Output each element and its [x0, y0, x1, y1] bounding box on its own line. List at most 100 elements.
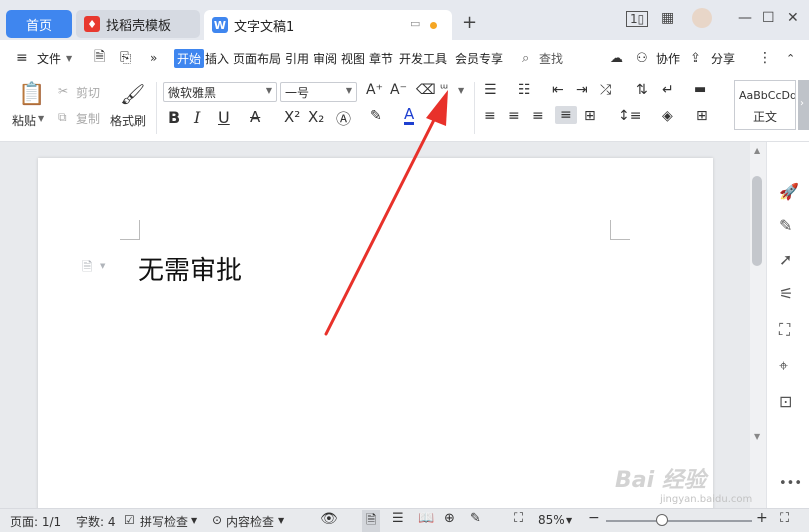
line-spacing-icon[interactable]: ↕≡	[618, 108, 641, 124]
highlight-icon[interactable]: ✎	[370, 108, 382, 124]
document-text[interactable]: 无需审批	[138, 250, 242, 287]
strikethrough-icon[interactable]: A	[250, 108, 260, 126]
more-horizontal-icon[interactable]: •••	[779, 476, 802, 491]
borders-icon[interactable]: ⊞	[696, 108, 708, 124]
resource-icon[interactable]: ⛶	[779, 320, 790, 340]
outline-view-icon[interactable]: ☰	[392, 511, 404, 526]
write-mode-icon[interactable]: ✎	[470, 511, 481, 526]
bullet-list-icon[interactable]: ☰	[484, 82, 497, 98]
paste-dropdown-icon[interactable]: ▼	[38, 114, 44, 123]
chevron-down-icon[interactable]: ▼	[278, 516, 284, 525]
library-icon[interactable]: ⊡	[779, 392, 792, 411]
menu-insert[interactable]: 插入	[204, 50, 230, 67]
web-view-icon[interactable]: ⊕	[444, 511, 455, 526]
font-name-select[interactable]: 微软雅黑 ▼	[163, 82, 277, 102]
tab-template[interactable]: ♦ 找稻壳模板	[76, 10, 200, 38]
menu-member[interactable]: 会员专享	[454, 50, 504, 67]
reading-view-icon[interactable]: 📖	[418, 511, 434, 526]
scroll-up-icon[interactable]: ▲	[754, 146, 760, 155]
text-effect-icon[interactable]: Ⓐ	[336, 108, 351, 129]
more-chevron-icon[interactable]: »	[150, 51, 157, 65]
layout-icon[interactable]: 1▯	[626, 11, 649, 27]
italic-icon[interactable]: I	[194, 108, 200, 127]
clear-format-icon[interactable]: ⌫	[416, 82, 436, 98]
chevron-down-icon[interactable]: ▼	[458, 86, 464, 95]
increase-indent-icon[interactable]: ⇥	[576, 82, 588, 98]
search-link[interactable]: 查找	[538, 50, 564, 67]
collab-button[interactable]: 协作	[655, 50, 681, 67]
underline-icon[interactable]: U	[218, 108, 230, 127]
menu-file[interactable]: 文件	[36, 50, 62, 67]
menu-chapter[interactable]: 章节	[368, 50, 394, 67]
distribute-icon[interactable]: ⊞	[584, 108, 596, 124]
menu-layout[interactable]: 页面布局	[232, 50, 282, 67]
tab-home[interactable]: 首页	[6, 10, 72, 38]
copy-button[interactable]: 复制	[76, 110, 100, 127]
map-pin-icon[interactable]: ⌖	[779, 356, 788, 376]
increase-font-icon[interactable]: A⁺	[366, 82, 383, 98]
scroll-thumb[interactable]	[752, 176, 762, 266]
document-page[interactable]: 🗎 ▼ 无需审批	[38, 158, 713, 518]
avatar[interactable]	[692, 8, 712, 28]
rocket-icon[interactable]: 🚀	[779, 182, 799, 201]
collapse-ribbon-icon[interactable]: ⌃	[786, 52, 795, 65]
close-icon[interactable]: ✕	[787, 10, 799, 26]
format-painter-icon[interactable]: 🖌	[120, 82, 145, 106]
cloud-icon[interactable]: ☁	[610, 51, 623, 66]
style-gallery-scroll[interactable]: ›	[798, 80, 809, 130]
bold-icon[interactable]: B	[168, 108, 180, 127]
format-painter-button[interactable]: 格式刷	[110, 112, 146, 129]
chevron-down-icon[interactable]: ▼	[566, 516, 572, 525]
fit-page-icon[interactable]: ⛶	[514, 511, 523, 526]
minimize-icon[interactable]: —	[738, 10, 752, 26]
tab-document[interactable]: W 文字文稿1 ▭	[204, 10, 452, 40]
decrease-font-icon[interactable]: A⁻	[390, 82, 407, 98]
menu-references[interactable]: 引用	[284, 50, 310, 67]
numbered-list-icon[interactable]: ☷	[518, 82, 531, 98]
align-center-icon[interactable]: ≡	[508, 108, 520, 124]
zoom-slider[interactable]	[606, 520, 752, 522]
zoom-slider-thumb[interactable]	[656, 514, 668, 526]
menu-view[interactable]: 视图	[340, 50, 366, 67]
save-icon[interactable]: 🗎	[94, 46, 105, 70]
paragraph-handle-icon[interactable]: 🗎	[82, 258, 92, 280]
zoom-level[interactable]: 85%	[538, 513, 565, 527]
decrease-indent-icon[interactable]: ⇤	[552, 82, 564, 98]
font-size-select[interactable]: 一号 ▼	[280, 82, 357, 102]
menu-review[interactable]: 审阅	[312, 50, 338, 67]
page-view-icon[interactable]: 🗎	[362, 510, 381, 532]
export-icon[interactable]: ⎘	[120, 50, 131, 66]
menu-home[interactable]: 开始	[174, 48, 205, 68]
font-color-icon[interactable]: A	[404, 106, 415, 125]
pinyin-guide-icon[interactable]: ᵚ	[440, 82, 448, 97]
spell-check-button[interactable]: 拼写检查	[140, 513, 188, 530]
fullscreen-icon[interactable]: ⛶	[780, 511, 789, 526]
line-break-icon[interactable]: ↵	[662, 82, 674, 98]
shading-icon[interactable]: ◈	[662, 108, 673, 124]
align-left-icon[interactable]: ≡	[484, 108, 496, 124]
cut-button[interactable]: 剪切	[76, 84, 100, 101]
scroll-down-icon[interactable]: ▼	[754, 432, 760, 441]
eye-icon[interactable]: 👁	[320, 511, 338, 527]
text-direction-icon[interactable]: ⇅	[636, 82, 648, 98]
page-count[interactable]: 页面: 1/1	[10, 513, 61, 530]
new-tab-icon[interactable]: +	[462, 12, 477, 33]
zoom-out-icon[interactable]: −	[588, 510, 600, 526]
monitor-icon[interactable]: ▭	[410, 17, 420, 30]
superscript-icon[interactable]: X²	[284, 108, 300, 126]
maximize-icon[interactable]: ☐	[762, 10, 775, 26]
ruler-icon[interactable]: ▬	[694, 82, 706, 97]
justify-icon[interactable]: ≡	[555, 106, 577, 124]
chevron-down-icon[interactable]: ▼	[191, 516, 197, 525]
chinese-layout-icon[interactable]: ⤮	[600, 82, 611, 98]
paste-icon[interactable]: 📋	[18, 82, 45, 107]
cursor-icon[interactable]: ➚	[779, 250, 792, 269]
word-count[interactable]: 字数: 4	[76, 513, 116, 530]
style-gallery[interactable]: AaBbCcDd 正文	[734, 80, 796, 130]
content-check-button[interactable]: 内容检查	[226, 513, 274, 530]
char-border-icon[interactable]: ▣	[434, 108, 446, 123]
paste-button[interactable]: 粘贴	[12, 112, 36, 129]
apps-grid-icon[interactable]: ▦	[661, 10, 674, 26]
hamburger-icon[interactable]: ≡	[16, 50, 28, 66]
zoom-in-icon[interactable]: +	[756, 510, 768, 526]
